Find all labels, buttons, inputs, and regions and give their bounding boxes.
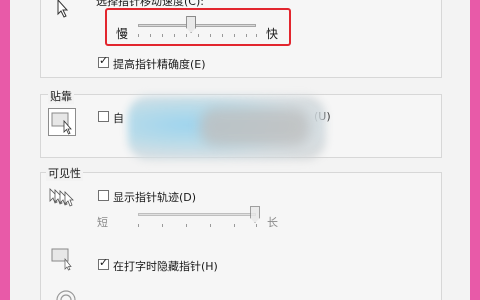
hide-typing-checkbox-label: 在打字时隐藏指针(H) [113,260,218,273]
speed-slider-highlight [105,8,291,46]
precision-checkbox[interactable] [98,54,109,68]
speed-fast-label: 快 [266,27,279,41]
trails-slider-track[interactable] [138,213,256,216]
trails-checkbox[interactable] [98,190,109,201]
trails-short-label: 短 [97,216,108,229]
trails-checkbox-label: 显示指针轨迹(D) [113,191,197,204]
hide-typing-checkbox[interactable] [98,256,109,270]
speed-slow-label: 慢 [116,27,129,41]
snap-icon [48,108,76,136]
trails-long-label: 长 [267,216,278,229]
visibility-group-title: 可见性 [46,165,83,181]
snap-checkbox[interactable] [98,111,109,122]
hide-typing-icon [50,245,76,271]
speed-slider-track[interactable] [138,24,256,27]
pointer-options-panel: 选择指针移动速度(C): 慢 快 提高指针精确度(E) 贴靠 自 (U) 可见性 [10,0,470,300]
show-location-icon [54,288,78,300]
snap-checkbox-label-start: 自 [113,112,124,125]
pointer-speed-icon [54,0,74,18]
precision-checkbox-label: 提高指针精确度(E) [113,58,206,71]
pointer-trails-icon [48,185,78,213]
snap-group-title: 贴靠 [48,88,74,104]
blurred-watermark-shade [200,108,310,146]
